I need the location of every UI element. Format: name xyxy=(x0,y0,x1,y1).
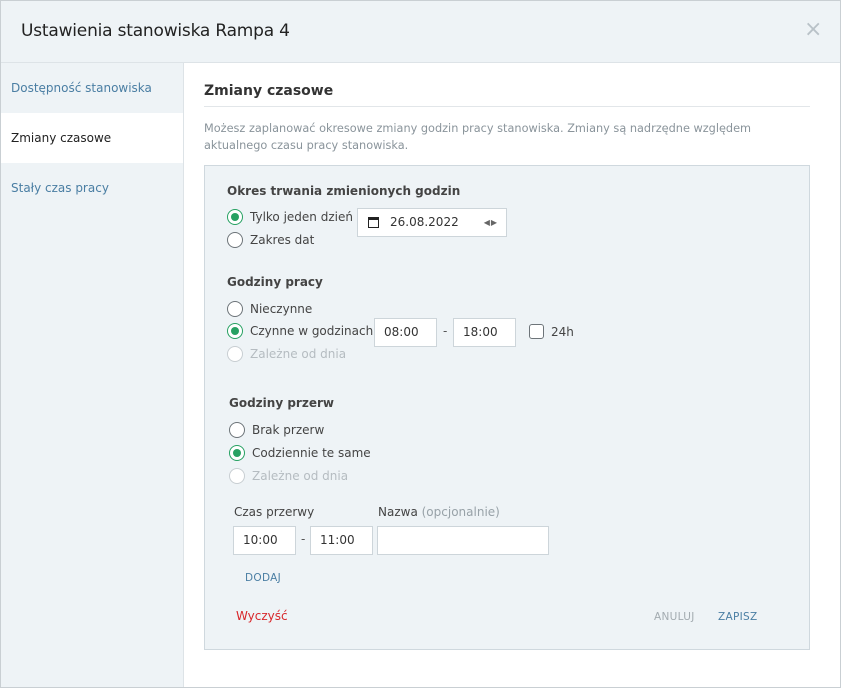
modal-header: Ustawienia stanowiska Rampa 4 × xyxy=(1,1,840,63)
add-break-button[interactable]: DODAJ xyxy=(245,572,281,584)
radio-closed[interactable]: Nieczynne xyxy=(227,300,312,318)
break-name-label: Nazwa (opcjonalnie) xyxy=(378,505,500,519)
break-to-input[interactable]: 11:00 xyxy=(310,526,373,555)
radio-breaks-day-dependent: Zależne od dnia xyxy=(229,467,348,485)
radio-checked-icon xyxy=(229,445,245,461)
sidebar-item-fixed-hours[interactable]: Stały czas pracy xyxy=(1,163,183,213)
radio-single-day[interactable]: Tylko jeden dzień xyxy=(227,208,353,226)
date-input[interactable]: 26.08.2022 ◀▶ xyxy=(357,208,507,237)
radio-label: Zakres dat xyxy=(250,233,315,247)
time-change-form: Okres trwania zmienionych godzin Tylko j… xyxy=(204,165,810,650)
checkbox-icon xyxy=(529,324,544,339)
radio-checked-icon xyxy=(227,323,243,339)
close-icon[interactable]: × xyxy=(804,19,822,41)
calendar-icon xyxy=(368,217,379,228)
break-name-input[interactable] xyxy=(377,526,549,555)
radio-unchecked-icon xyxy=(229,422,245,438)
radio-unchecked-icon xyxy=(227,232,243,248)
break-name-label-text: Nazwa xyxy=(378,505,418,519)
break-from-input[interactable]: 10:00 xyxy=(233,526,296,555)
modal-title: Ustawienia stanowiska Rampa 4 xyxy=(21,21,290,41)
sidebar-item-availability[interactable]: Dostępność stanowiska xyxy=(1,63,183,113)
radio-label: Nieczynne xyxy=(250,302,313,316)
description-text: Możesz zaplanować okresowe zmiany godzin… xyxy=(204,122,752,152)
page-title: Zmiany czasowe xyxy=(204,83,334,99)
save-button[interactable]: ZAPISZ xyxy=(718,611,757,623)
radio-disabled-icon xyxy=(227,346,243,362)
settings-modal: Ustawienia stanowiska Rampa 4 × Dostępno… xyxy=(0,0,841,688)
optional-hint: (opcjonalnie) xyxy=(421,505,500,519)
time-separator: - xyxy=(443,324,448,338)
radio-no-breaks[interactable]: Brak przerw xyxy=(229,421,324,439)
radio-label: Zależne od dnia xyxy=(252,469,349,483)
radio-checked-icon xyxy=(227,209,243,225)
radio-date-range[interactable]: Zakres dat xyxy=(227,231,314,249)
divider xyxy=(204,106,810,107)
radio-unchecked-icon xyxy=(227,301,243,317)
cancel-button[interactable]: ANULUJ xyxy=(654,611,695,623)
sidebar: Dostępność stanowiska Zmiany czasowe Sta… xyxy=(1,63,184,687)
radio-day-dependent: Zależne od dnia xyxy=(227,345,346,363)
radio-open-hours[interactable]: Czynne w godzinach xyxy=(227,322,373,340)
sidebar-item-time-changes[interactable]: Zmiany czasowe xyxy=(1,113,183,163)
radio-daily-same[interactable]: Codziennie te same xyxy=(229,444,371,462)
work-to-input[interactable]: 18:00 xyxy=(453,318,516,347)
time-separator: - xyxy=(301,532,306,546)
radio-label: Zależne od dnia xyxy=(250,347,347,361)
date-value: 26.08.2022 xyxy=(390,215,459,229)
radio-label: Tylko jeden dzień xyxy=(250,210,353,224)
radio-label: Brak przerw xyxy=(252,423,325,437)
radio-label: Czynne w godzinach xyxy=(250,324,374,338)
checkbox-label: 24h xyxy=(551,324,574,339)
clear-button[interactable]: Wyczyść xyxy=(236,609,288,623)
date-spinner-icon[interactable]: ◀▶ xyxy=(484,209,498,236)
radio-label: Codziennie te same xyxy=(252,446,371,460)
break-time-label: Czas przerwy xyxy=(234,505,315,519)
checkbox-24h[interactable]: 24h xyxy=(529,324,574,339)
breaks-title: Godziny przerw xyxy=(229,396,334,410)
duration-title: Okres trwania zmienionych godzin xyxy=(227,184,461,198)
work-hours-title: Godziny pracy xyxy=(227,275,323,289)
radio-disabled-icon xyxy=(229,468,245,484)
work-from-input[interactable]: 08:00 xyxy=(374,318,437,347)
